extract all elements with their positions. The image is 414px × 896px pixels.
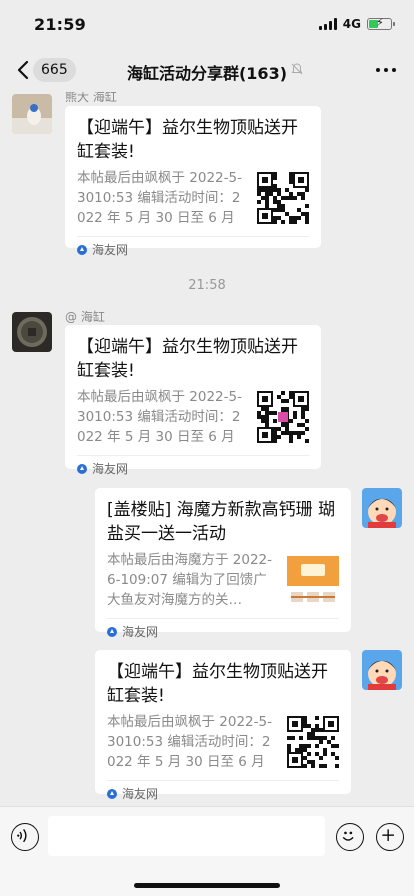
timestamp: 21:58 bbox=[188, 278, 226, 293]
card-title: 【迎端午】益尔生物顶贴送开缸套装! bbox=[77, 118, 298, 162]
card-footer: 海友网 bbox=[77, 455, 309, 481]
voice-input-button[interactable] bbox=[11, 823, 39, 851]
avatar[interactable] bbox=[12, 94, 52, 134]
qr-code-thumbnail bbox=[257, 391, 309, 443]
qr-code-thumbnail bbox=[287, 716, 339, 768]
link-card[interactable]: 【迎端午】益尔生物顶贴送开缸套装! 本帖最后由飒枫于 2022-5-3010:5… bbox=[65, 106, 321, 257]
avatar[interactable] bbox=[362, 488, 402, 528]
home-indicator bbox=[134, 883, 280, 888]
link-card[interactable]: 【迎端午】益尔生物顶贴送开缸套装! 本帖最后由飒枫于 2022-5-3010:5… bbox=[95, 650, 351, 801]
qr-code-thumbnail bbox=[257, 172, 309, 224]
chat-area[interactable]: 熊大 海缸 【迎端午】益尔生物顶贴送开缸套装! 本帖最后由飒枫于 2022-5-… bbox=[0, 92, 414, 806]
link-card[interactable]: 【迎端午】益尔生物顶贴送开缸套装! 本帖最后由飒枫于 2022-5-3010:5… bbox=[65, 325, 321, 476]
smiley-icon bbox=[342, 831, 354, 841]
avatar[interactable] bbox=[362, 650, 402, 690]
card-description: 本帖最后由飒枫于 2022-5-3010:53 编辑活动时间：2022 年 5 … bbox=[77, 170, 242, 226]
status-icons: 4G ⚡ bbox=[318, 16, 395, 31]
source-logo-icon bbox=[77, 463, 87, 474]
source-logo-icon bbox=[107, 788, 117, 799]
product-thumbnail bbox=[287, 554, 339, 606]
more-actions-button[interactable] bbox=[376, 823, 404, 851]
status-time: 21:59 bbox=[34, 14, 86, 34]
link-card[interactable]: [盖楼贴] 海魔方新款高钙珊 瑚盐买一送一活动 本帖最后由海魔方于 2022-6… bbox=[95, 488, 351, 639]
more-icon[interactable] bbox=[376, 68, 396, 72]
card-source: 海友网 bbox=[122, 625, 159, 639]
voice-icon bbox=[17, 828, 27, 843]
card-footer: 海友网 bbox=[107, 780, 339, 806]
card-description: 本帖最后由飒枫于 2022-5-3010:53 编辑活动时间：2022 年 5 … bbox=[107, 714, 272, 770]
sender-name: 熊大 海缸 bbox=[65, 92, 117, 104]
status-bar: 21:59 4G ⚡ bbox=[0, 0, 414, 48]
sender-name: @ 海缸 bbox=[65, 310, 105, 324]
card-description: 本帖最后由飒枫于 2022-5-3010:53 编辑活动时间：2022 年 5 … bbox=[77, 389, 242, 445]
card-source: 海友网 bbox=[92, 462, 129, 476]
emoji-button[interactable] bbox=[336, 823, 364, 851]
card-description: 本帖最后由海魔方于 2022-6-109:07 编辑为了回馈广大鱼友对海魔方的关… bbox=[107, 552, 273, 608]
network-label: 4G bbox=[342, 17, 361, 31]
signal-icon bbox=[318, 18, 337, 30]
nav-bar: 665 海缸活动分享群(163) bbox=[0, 48, 414, 92]
card-title: 【迎端午】益尔生物顶贴送开缸套装! bbox=[77, 337, 298, 381]
avatar[interactable] bbox=[12, 312, 52, 352]
plus-icon bbox=[382, 829, 394, 841]
card-footer: 海友网 bbox=[77, 236, 309, 262]
source-logo-icon bbox=[77, 244, 87, 255]
message-input[interactable] bbox=[48, 816, 325, 856]
mute-bell-icon bbox=[291, 63, 303, 75]
card-title: 【迎端午】益尔生物顶贴送开缸套装! bbox=[107, 662, 328, 706]
card-source: 海友网 bbox=[122, 787, 159, 801]
card-source: 海友网 bbox=[92, 243, 129, 257]
source-logo-icon bbox=[107, 626, 117, 637]
battery-icon: ⚡ bbox=[367, 16, 395, 30]
card-title: [盖楼贴] 海魔方新款高钙珊 瑚盐买一送一活动 bbox=[107, 500, 336, 544]
input-bar bbox=[0, 806, 414, 896]
card-footer: 海友网 bbox=[107, 618, 339, 644]
chat-title: 海缸活动分享群(163) bbox=[126, 64, 288, 83]
